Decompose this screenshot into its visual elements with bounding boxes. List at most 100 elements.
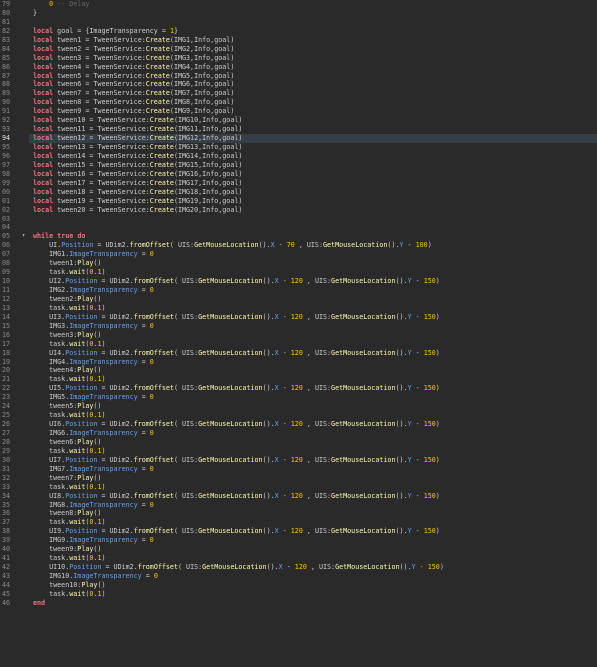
code-token: - (282, 563, 295, 572)
code-line[interactable]: IMG2.ImageTransparency = 0 (29, 286, 597, 295)
code-token: Create (149, 169, 174, 178)
line-number: 96 (1, 151, 10, 160)
code-line[interactable]: tween9:Play() (29, 545, 597, 554)
code-line[interactable]: IMG10.ImageTransparency = 0 (29, 572, 597, 581)
code-token: (IMG15,Info,goal) (173, 160, 243, 169)
code-text: UI5.Position = UDim2.fromOffset( UIS:Get… (33, 384, 440, 393)
code-line[interactable]: task.wait(0.1) (29, 590, 597, 599)
code-token: wait (69, 268, 86, 277)
code-line[interactable]: local tween8 = TweenService:Create(IMG8,… (29, 98, 597, 107)
code-line[interactable]: IMG6.ImageTransparency = 0 (29, 429, 597, 438)
line-number: 14 (1, 312, 10, 321)
code-line[interactable]: UI5.Position = UDim2.fromOffset( UIS:Get… (29, 384, 597, 393)
gutter-line: 44 (0, 581, 29, 590)
code-text: UI4.Position = UDim2.fromOffset( UIS:Get… (33, 349, 440, 358)
code-line[interactable]: end (29, 599, 597, 608)
code-line[interactable]: UI4.Position = UDim2.fromOffset( UIS:Get… (29, 349, 597, 358)
code-line[interactable]: IMG5.ImageTransparency = 0 (29, 393, 597, 402)
code-line[interactable]: IMG1.ImageTransparency = 0 (29, 250, 597, 259)
code-line[interactable]: local tween7 = TweenService:Create(IMG7,… (29, 89, 597, 98)
code-line[interactable]: IMG3.ImageTransparency = 0 (29, 322, 597, 331)
code-line[interactable]: local tween5 = TweenService:Create(IMG5,… (29, 72, 597, 81)
code-line[interactable]: UI6.Position = UDim2.fromOffset( UIS:Get… (29, 420, 597, 429)
code-text: tween6:Play() (33, 438, 101, 447)
code-token: (). (395, 384, 408, 393)
code-line[interactable]: tween8:Play() (29, 509, 597, 518)
code-line[interactable]: local tween11 = TweenService:Create(IMG1… (29, 125, 597, 134)
code-line[interactable]: local tween4 = TweenService:Create(IMG4,… (29, 63, 597, 72)
code-line[interactable]: UI2.Position = UDim2.fromOffset( UIS:Get… (29, 277, 597, 286)
code-token: ImageTransparency (69, 536, 138, 545)
code-text: IMG9.ImageTransparency = 0 (33, 536, 154, 545)
code-line[interactable]: IMG9.ImageTransparency = 0 (29, 536, 597, 545)
code-line[interactable]: task.wait(0.1) (29, 447, 597, 456)
code-line[interactable]: UI3.Position = UDim2.fromOffset( UIS:Get… (29, 313, 597, 322)
code-line[interactable]: task.wait(0.1) (29, 304, 597, 313)
code-line[interactable]: local tween18 = TweenService:Create(IMG1… (29, 188, 597, 197)
code-line[interactable]: local tween3 = TweenService:Create(IMG3,… (29, 54, 597, 63)
code-line[interactable]: tween10:Play() (29, 581, 597, 590)
code-text: tween5:Play() (33, 402, 101, 411)
code-line[interactable] (29, 215, 597, 224)
code-line[interactable] (29, 223, 597, 232)
code-line[interactable]: tween7:Play() (29, 474, 597, 483)
code-line[interactable]: local tween19 = TweenService:Create(IMG1… (29, 197, 597, 206)
code-line[interactable]: UI.Position = UDim2.fromOffset( UIS:GetM… (29, 241, 597, 250)
code-token: 0 (149, 500, 154, 509)
code-token: Create (145, 35, 170, 44)
code-line[interactable]: local tween14 = TweenService:Create(IMG1… (29, 152, 597, 161)
code-line[interactable]: } (29, 9, 597, 18)
code-line[interactable]: local tween13 = TweenService:Create(IMG1… (29, 143, 597, 152)
code-area[interactable]: 0 -- Delay} local goal = {ImageTransparen… (29, 0, 597, 667)
code-line[interactable]: local tween16 = TweenService:Create(IMG1… (29, 170, 597, 179)
code-line[interactable]: IMG7.ImageTransparency = 0 (29, 465, 597, 474)
code-token: () (93, 294, 102, 303)
code-line[interactable]: 0 -- Delay (29, 0, 597, 9)
code-token: GetMouseLocation (198, 491, 263, 500)
code-line[interactable]: local tween1 = TweenService:Create(IMG1,… (29, 36, 597, 45)
code-line[interactable]: local goal = {ImageTransparency = 1} (29, 27, 597, 36)
code-token: - (274, 241, 287, 250)
gutter-line: 80 (0, 9, 29, 18)
code-line[interactable]: task.wait(0.1) (29, 268, 597, 277)
code-line[interactable]: task.wait(0.1) (29, 411, 597, 420)
code-line[interactable]: local tween10 = TweenService:Create(IMG1… (29, 116, 597, 125)
code-line[interactable]: UI10.Position = UDim2.fromOffset( UIS:Ge… (29, 563, 597, 572)
code-line[interactable]: task.wait(0.1) (29, 483, 597, 492)
code-line[interactable]: local tween2 = TweenService:Create(IMG2,… (29, 45, 597, 54)
code-line[interactable]: task.wait(0.1) (29, 518, 597, 527)
code-token: tween2: (33, 294, 78, 303)
code-line[interactable]: UI9.Position = UDim2.fromOffset( UIS:Get… (29, 527, 597, 536)
code-line[interactable]: while true do (29, 232, 597, 241)
code-token: local (33, 125, 54, 134)
code-token: tween9: (33, 545, 78, 554)
code-line[interactable]: local tween15 = TweenService:Create(IMG1… (29, 161, 597, 170)
code-token: ImageTransparency (69, 250, 138, 259)
code-line[interactable]: local tween17 = TweenService:Create(IMG1… (29, 179, 597, 188)
gutter-line: 00 (0, 188, 29, 197)
code-line[interactable]: tween1:Play() (29, 259, 597, 268)
code-line[interactable]: IMG4.ImageTransparency = 0 (29, 358, 597, 367)
code-line[interactable]: tween6:Play() (29, 438, 597, 447)
code-line[interactable]: task.wait(0.1) (29, 375, 597, 384)
code-line[interactable]: task.wait(0.1) (29, 340, 597, 349)
code-line[interactable]: tween3:Play() (29, 331, 597, 340)
code-line[interactable]: IMG8.ImageTransparency = 0 (29, 501, 597, 510)
code-token: (IMG10,Info,goal) (173, 116, 243, 125)
fold-toggle-icon[interactable]: ▾ (20, 232, 27, 241)
code-line[interactable]: tween2:Play() (29, 295, 597, 304)
code-line[interactable]: task.wait(0.1) (29, 554, 597, 563)
code-line[interactable]: tween5:Play() (29, 402, 597, 411)
line-number: 32 (1, 473, 10, 482)
code-token: ) (435, 312, 440, 321)
code-line[interactable] (29, 18, 597, 27)
code-line[interactable]: local tween6 = TweenService:Create(IMG6,… (29, 80, 597, 89)
code-line[interactable]: UI7.Position = UDim2.fromOffset( UIS:Get… (29, 456, 597, 465)
code-line[interactable]: local tween20 = TweenService:Create(IMG2… (29, 206, 597, 215)
code-token: task. (33, 339, 70, 348)
code-line[interactable]: UI8.Position = UDim2.fromOffset( UIS:Get… (29, 492, 597, 501)
code-line[interactable]: local tween9 = TweenService:Create(IMG9,… (29, 107, 597, 116)
code-editor[interactable]: 79 80 81 82 83 84 85 86 87 88 89 90 91 92 93 94 95 96 97 98… (0, 0, 597, 667)
code-line[interactable]: tween4:Play() (29, 366, 597, 375)
code-line-current[interactable]: local tween12 = TweenService:Create(IMG1… (29, 134, 597, 143)
